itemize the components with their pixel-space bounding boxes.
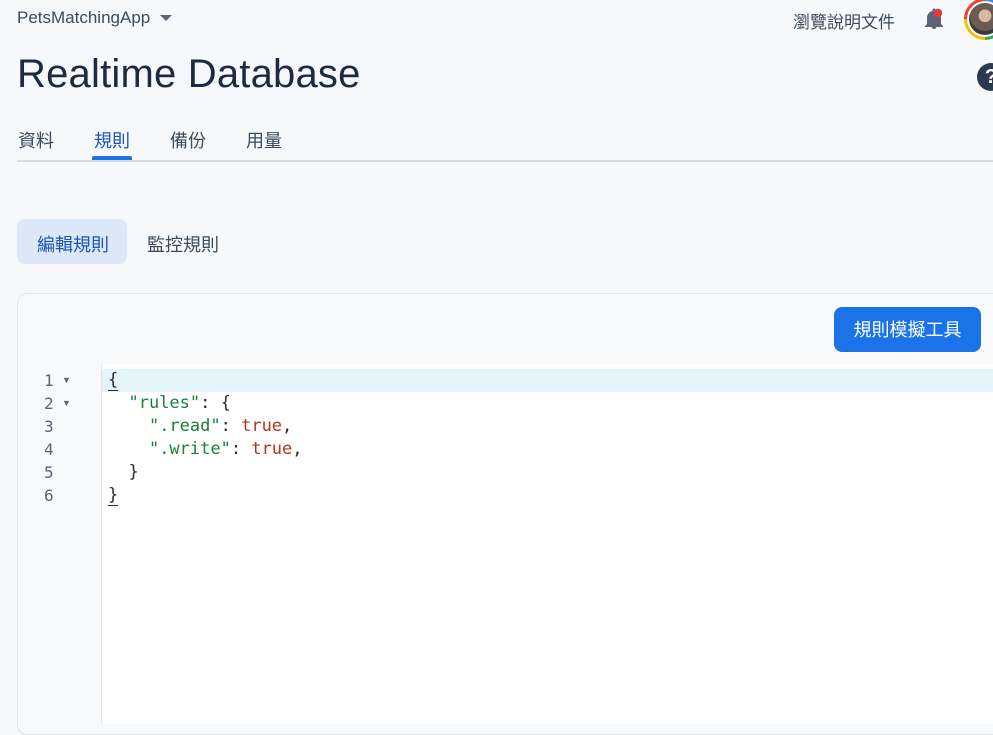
code-line[interactable]: ".write": true,: [108, 438, 303, 461]
page-title: Realtime Database: [17, 52, 361, 96]
active-tab-indicator: [92, 156, 132, 160]
chevron-down-icon: [160, 15, 173, 21]
code-line[interactable]: ".read": true,: [108, 415, 292, 438]
code-token-brace: }: [108, 485, 119, 506]
line-number: 4: [44, 440, 54, 459]
tab-data[interactable]: 資料: [18, 127, 54, 153]
subtab-edit-rules-label[interactable]: 編輯規則: [37, 231, 109, 257]
code-token-key: "rules": [128, 393, 201, 413]
avatar: [969, 3, 993, 35]
bell-icon: [925, 8, 943, 29]
active-line-highlight: [102, 369, 993, 392]
rules-simulator-button[interactable]: 規則模擬工具: [834, 307, 981, 352]
main-tabs: 資料 規則 備份 用量: [17, 124, 993, 162]
code-line[interactable]: }: [108, 461, 139, 484]
code-token-literal: true: [241, 416, 283, 436]
tab-backups[interactable]: 備份: [170, 127, 206, 153]
account-avatar[interactable]: [964, 0, 993, 40]
docs-link[interactable]: 瀏覽說明文件: [793, 8, 895, 33]
tab-rules[interactable]: 規則: [94, 127, 130, 153]
line-number: 3: [44, 417, 54, 436]
line-number: 1: [44, 371, 54, 390]
code-token-literal: true: [251, 439, 293, 459]
code-line[interactable]: {: [108, 369, 119, 392]
line-number: 2: [44, 394, 54, 413]
help-icon[interactable]: ?: [977, 63, 993, 91]
code-token-punct: :: [230, 439, 252, 459]
fold-arrow-icon[interactable]: ▼: [62, 369, 71, 392]
code-token-punct: : {: [200, 393, 231, 413]
project-selector[interactable]: PetsMatchingApp: [17, 8, 173, 28]
code-token-brace: {: [108, 370, 119, 391]
code-token-punct: :: [220, 416, 242, 436]
tab-usage[interactable]: 用量: [246, 127, 282, 153]
subtab-monitor-rules[interactable]: 監控規則: [147, 231, 219, 257]
code-line[interactable]: }: [108, 484, 119, 507]
top-bar: PetsMatchingApp 瀏覽說明文件: [0, 0, 993, 40]
notifications-button[interactable]: [921, 6, 947, 32]
line-number: 5: [44, 463, 54, 482]
code-token-key: ".read": [148, 416, 221, 436]
code-token-punct: ,: [292, 439, 303, 459]
code-token-punct: ,: [282, 416, 293, 436]
line-number: 6: [44, 486, 54, 505]
code-token-brace: }: [108, 462, 139, 482]
project-name: PetsMatchingApp: [17, 8, 151, 27]
fold-arrow-icon[interactable]: ▼: [62, 392, 71, 415]
code-line[interactable]: "rules": {: [108, 392, 231, 415]
code-token-key: ".write": [148, 439, 231, 459]
